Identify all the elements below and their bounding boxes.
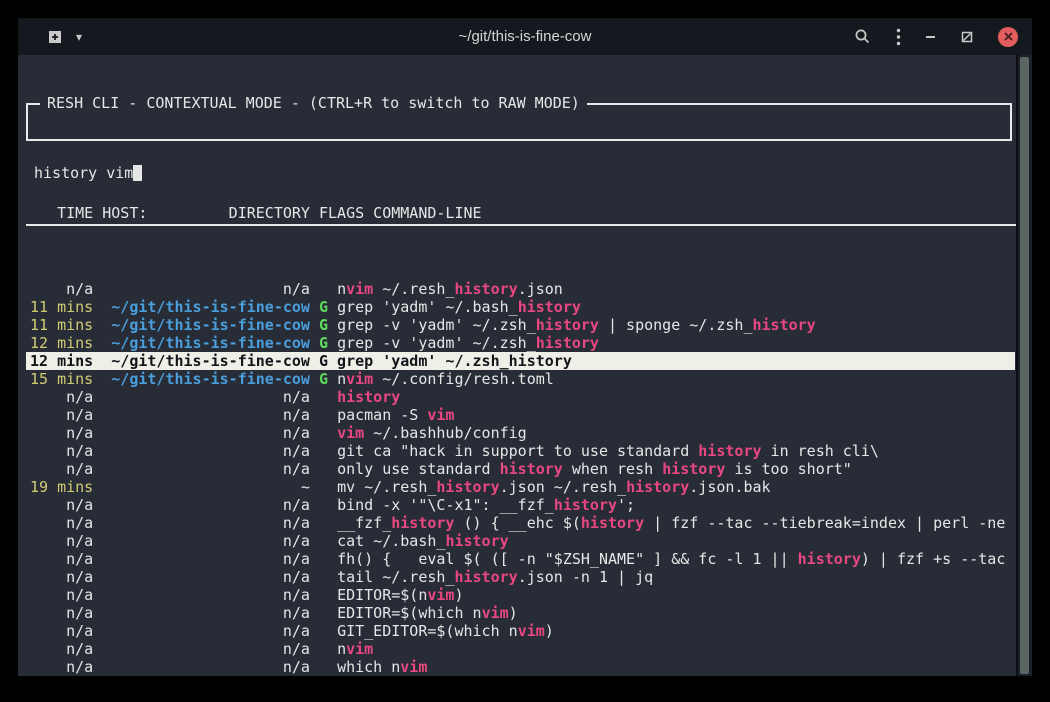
history-row[interactable]: 11 mins ~/git/this-is-fine-cow G grep 'y… [26,298,1018,316]
history-row[interactable]: 19 mins ~ mv ~/.resh_history.json ~/.res… [26,478,1018,496]
menu-button[interactable] [896,28,901,46]
history-row[interactable]: n/a n/a EDITOR=$(nvim) [26,586,1018,604]
close-icon [1004,32,1013,41]
scrollbar-thumb[interactable] [1020,57,1029,674]
history-row[interactable]: n/a n/a only use standard history when r… [26,460,1018,478]
restore-icon [961,31,973,43]
terminal-content: RESH CLI - CONTEXTUAL MODE - (CTRL+R to … [18,55,1018,676]
history-row[interactable]: n/a n/a pacman -S vim [26,406,1018,424]
history-row[interactable]: n/a n/a history [26,388,1018,406]
text-cursor [133,165,142,181]
search-input[interactable]: history vim [28,159,1010,182]
resh-mode-title: RESH CLI - CONTEXTUAL MODE - (CTRL+R to … [40,94,587,112]
close-button[interactable] [998,27,1018,47]
search-button[interactable] [854,28,871,45]
history-row[interactable]: 11 mins ~/git/this-is-fine-cow G grep -v… [26,316,1018,334]
history-row[interactable]: 12 mins ~/git/this-is-fine-cow G grep -v… [26,334,1018,352]
history-row[interactable]: n/a n/a __fzf_history () { __ehc $(histo… [26,514,1018,532]
history-list: n/a n/a nvim ~/.resh_history.json11 mins… [26,280,1018,676]
search-icon [854,28,871,45]
history-row[interactable]: n/a n/a EDITOR=$(which nvim) [26,604,1018,622]
history-row[interactable]: n/a n/a nvim [26,640,1018,658]
history-row-selected[interactable]: 12 mins ~/git/this-is-fine-cow G grep 'y… [26,352,1015,370]
history-row[interactable]: n/a n/a GIT_EDITOR=$(which nvim) [26,622,1018,640]
minimize-icon [926,35,936,39]
terminal-window: ▾ ~/git/this-is-fine-cow [18,18,1032,676]
resh-header-box: RESH CLI - CONTEXTUAL MODE - (CTRL+R to … [26,103,1012,141]
history-row[interactable]: n/a n/a tail ~/.resh_history.json -n 1 |… [26,568,1018,586]
minimize-button[interactable] [926,35,936,39]
history-row[interactable]: n/a n/a git ca "hack in support to use s… [26,442,1018,460]
titlebar: ▾ ~/git/this-is-fine-cow [18,18,1032,55]
history-row[interactable]: n/a n/a nvim ~/.resh_history.json [26,280,1018,298]
search-query-text: history vim [34,164,133,182]
history-row[interactable]: n/a n/a vim ~/.bashhub/config [26,424,1018,442]
desktop-background: { "titlebar": { "title": "~/git/this-is-… [0,0,1050,702]
history-row[interactable]: n/a n/a which nvim [26,658,1018,676]
history-row[interactable]: n/a n/a cat ~/.bash_history [26,532,1018,550]
history-row[interactable]: n/a n/a fh() { eval $( ([ -n "$ZSH_NAME"… [26,550,1018,568]
scrollbar[interactable] [1016,55,1032,676]
kebab-menu-icon [896,28,901,46]
history-row[interactable]: n/a n/a bind -x '"\C-x1": __fzf_history'… [26,496,1018,514]
restore-button[interactable] [961,31,973,43]
history-row[interactable]: 15 mins ~/git/this-is-fine-cow G nvim ~/… [26,370,1018,388]
